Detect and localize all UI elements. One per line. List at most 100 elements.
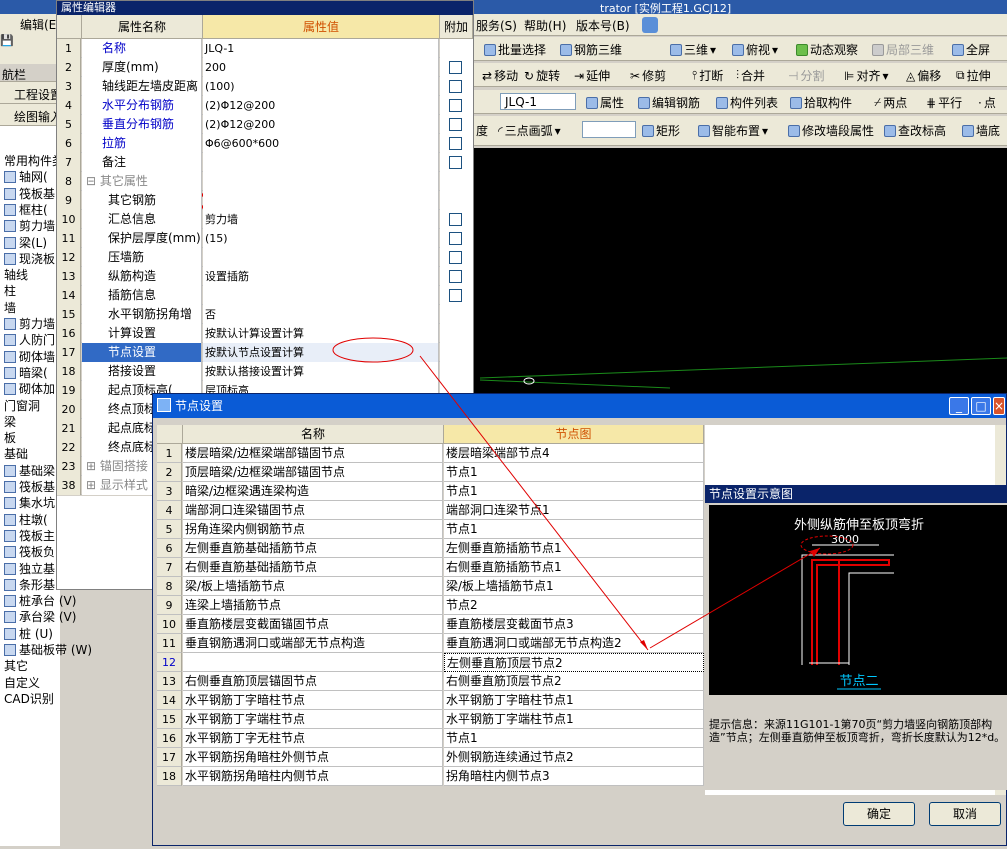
two-point-button[interactable]: ⌿ 两点 xyxy=(874,94,907,111)
property-value[interactable]: (2)Φ12@200 xyxy=(203,115,439,134)
menu-help[interactable]: 帮助(H) xyxy=(524,17,566,34)
menu-edit[interactable]: 编辑(E) xyxy=(20,16,61,33)
nav-tree-item[interactable]: 柱 xyxy=(4,282,16,299)
nav-tree-item[interactable]: 砌体加 xyxy=(4,380,55,397)
nav-tree-item[interactable]: 砌体墙 xyxy=(4,348,55,365)
node-figure-value[interactable]: 右侧垂直筋插筋节点1 xyxy=(444,558,704,577)
extra-checkbox[interactable] xyxy=(449,99,462,112)
collapse-icon[interactable]: ⊟ xyxy=(86,174,100,188)
pick-component-button[interactable]: 拾取构件 xyxy=(790,94,852,111)
node-figure-value[interactable]: 楼层暗梁端部节点4 xyxy=(444,444,704,463)
property-row[interactable]: 13 纵筋构造 设置插筋 xyxy=(57,267,473,286)
nav-tree-item[interactable]: 暗梁( xyxy=(4,364,48,381)
menu-service[interactable]: 服务(S) xyxy=(476,17,517,34)
node-row[interactable]: 1 楼层暗梁/边框梁端部锚固节点 楼层暗梁端部节点4 xyxy=(157,444,704,463)
property-row[interactable]: 17 节点设置 按默认节点设置计算 xyxy=(57,343,473,362)
trim-button[interactable]: ✂ 修剪 xyxy=(630,67,666,84)
node-figure-value[interactable]: 水平钢筋丁字端柱节点1 xyxy=(444,710,704,729)
node-row[interactable]: 5 拐角连梁内侧钢筋节点 节点1 xyxy=(157,520,704,539)
menu-version[interactable]: 版本号(B) xyxy=(576,17,630,34)
node-figure-value[interactable]: 外侧钢筋连续通过节点2 xyxy=(444,748,704,767)
nav-tree-item[interactable]: 人防门 xyxy=(4,331,55,348)
nav-tree-item[interactable]: 其它 xyxy=(4,657,28,674)
rect-button[interactable]: 矩形 xyxy=(642,122,680,139)
node-row[interactable]: 15 水平钢筋丁字端柱节点 水平钢筋丁字端柱节点1 xyxy=(157,710,704,729)
node-row[interactable]: 13 右侧垂直筋顶层锚固节点 右侧垂直筋顶层节点2 xyxy=(157,672,704,691)
extend-button[interactable]: ⇥ 延伸 xyxy=(574,67,610,84)
nav-tree-item[interactable]: 筏板负 xyxy=(4,543,55,560)
property-row[interactable]: 10 汇总信息 剪力墙 xyxy=(57,210,473,229)
property-value[interactable] xyxy=(203,286,439,305)
ok-button[interactable]: 确定 xyxy=(843,802,915,826)
property-value[interactable]: 否 xyxy=(203,305,439,324)
nav-tree-item[interactable]: 板 xyxy=(4,429,16,446)
nav-tree-item[interactable]: 轴网( xyxy=(4,168,48,185)
node-row[interactable]: 10 垂直筋楼层变截面锚固节点 垂直筋楼层变截面节点3 xyxy=(157,615,704,634)
fullscreen-button[interactable]: 全屏 xyxy=(952,41,990,58)
nav-tree-item[interactable]: 轴线 xyxy=(4,266,28,283)
node-row[interactable]: 16 水平钢筋丁字无柱节点 节点1 xyxy=(157,729,704,748)
nav-tree-item[interactable]: 常用构件类 xyxy=(4,152,64,169)
smart-layout-button[interactable]: 智能布置 ▾ xyxy=(698,122,768,139)
nav-tree-item[interactable]: 剪力墙 xyxy=(4,315,55,332)
node-figure-value[interactable]: 节点1 xyxy=(444,482,704,501)
property-value[interactable]: Φ6@600*600 xyxy=(203,134,439,153)
property-row[interactable]: 11 保护层厚度(mm) (15) xyxy=(57,229,473,248)
rebar-3d-button[interactable]: 钢筋三维 xyxy=(560,41,622,58)
node-figure-value[interactable]: 端部洞口连梁节点1 xyxy=(444,501,704,520)
expand-icon[interactable]: ⊞ xyxy=(86,478,100,492)
extra-checkbox[interactable] xyxy=(449,213,462,226)
property-row[interactable]: 16 计算设置 按默认计算设置计算 xyxy=(57,324,473,343)
local-3d-button[interactable]: 局部三维 xyxy=(872,41,934,58)
property-value[interactable]: 剪力墙 xyxy=(203,210,439,229)
component-list-button[interactable]: 构件列表 xyxy=(716,94,778,111)
property-row[interactable]: 18 搭接设置 按默认搭接设置计算 xyxy=(57,362,473,381)
node-row[interactable]: 3 暗梁/边框梁遇连梁构造 节点1 xyxy=(157,482,704,501)
node-figure-value[interactable]: 垂直筋楼层变截面节点3 xyxy=(444,615,704,634)
merge-button[interactable]: ⫶ 合并 xyxy=(736,67,765,84)
node-figure-value[interactable]: 右侧垂直筋顶层节点2 xyxy=(444,672,704,691)
expand-icon[interactable]: ⊞ xyxy=(86,459,100,473)
property-value[interactable] xyxy=(203,191,439,210)
property-row[interactable]: 4 水平分布钢筋 (2)Φ12@200 xyxy=(57,96,473,115)
modify-wall-button[interactable]: 修改墙段属性 xyxy=(788,122,874,139)
property-row[interactable]: 1 名称 JLQ-1 xyxy=(57,39,473,58)
node-row[interactable]: 7 右侧垂直筋基础插筋节点 右侧垂直筋插筋节点1 xyxy=(157,558,704,577)
extra-checkbox[interactable] xyxy=(449,156,462,169)
nav-tree-item[interactable]: 梁 xyxy=(4,413,16,430)
top-view-button[interactable]: 俯视 ▾ xyxy=(732,41,778,58)
3d-button[interactable]: 三维 ▾ xyxy=(670,41,716,58)
nav-tree-item[interactable]: 框柱( xyxy=(4,201,48,218)
node-figure-value[interactable]: 节点1 xyxy=(444,463,704,482)
nav-tree-item[interactable]: 集水坑 xyxy=(4,494,55,511)
property-row[interactable]: 12 压墙筋 xyxy=(57,248,473,267)
extra-checkbox[interactable] xyxy=(449,289,462,302)
property-row[interactable]: 8 ⊟ 其它属性 xyxy=(57,172,473,191)
nav-tree-item[interactable]: 独立基 xyxy=(4,560,55,577)
project-settings-tab[interactable]: 工程设置 xyxy=(0,82,62,104)
property-value[interactable] xyxy=(203,248,439,267)
node-row[interactable]: 4 端部洞口连梁锚固节点 端部洞口连梁节点1 xyxy=(157,501,704,520)
nav-tree-item[interactable]: 柱墩( xyxy=(4,511,48,528)
property-value[interactable]: 按默认搭接设置计算 xyxy=(203,362,439,381)
align-button[interactable]: ⊫ 对齐 ▾ xyxy=(844,67,889,84)
nav-tree-item[interactable]: 桩 (U) xyxy=(4,625,53,642)
property-row[interactable]: 3 轴线距左墙皮距离 (100) xyxy=(57,77,473,96)
node-row[interactable]: 17 水平钢筋拐角暗柱外侧节点 外侧钢筋连续通过节点2 xyxy=(157,748,704,767)
node-row[interactable]: 12 左侧垂直筋顶层锚固节点 左侧垂直筋顶层节点2 xyxy=(157,653,704,672)
nav-tree-item[interactable]: 现浇板 xyxy=(4,250,55,267)
close-button[interactable]: × xyxy=(993,397,1005,415)
node-figure-value[interactable]: 节点1 xyxy=(444,520,704,539)
nav-tree-item[interactable]: 自定义 xyxy=(4,674,40,691)
arc-button[interactable]: ◜ 三点画弧 ▾ xyxy=(498,122,561,139)
extra-checkbox[interactable] xyxy=(449,118,462,131)
nav-tree-item[interactable]: 门窗洞 xyxy=(4,397,40,414)
node-figure-value[interactable]: 梁/板上墙插筋节点1 xyxy=(444,577,704,596)
orbit-button[interactable]: 动态观察 xyxy=(796,41,858,58)
stretch-button[interactable]: ⧉ 拉伸 xyxy=(956,67,991,84)
draw-combo[interactable] xyxy=(582,121,636,138)
property-value[interactable]: (15) xyxy=(203,229,439,248)
node-row[interactable]: 8 梁/板上墙插筋节点 梁/板上墙插筋节点1 xyxy=(157,577,704,596)
check-elevation-button[interactable]: 查改标高 xyxy=(884,122,946,139)
node-row[interactable]: 18 水平钢筋拐角暗柱内侧节点 拐角暗柱内侧节点3 xyxy=(157,767,704,786)
